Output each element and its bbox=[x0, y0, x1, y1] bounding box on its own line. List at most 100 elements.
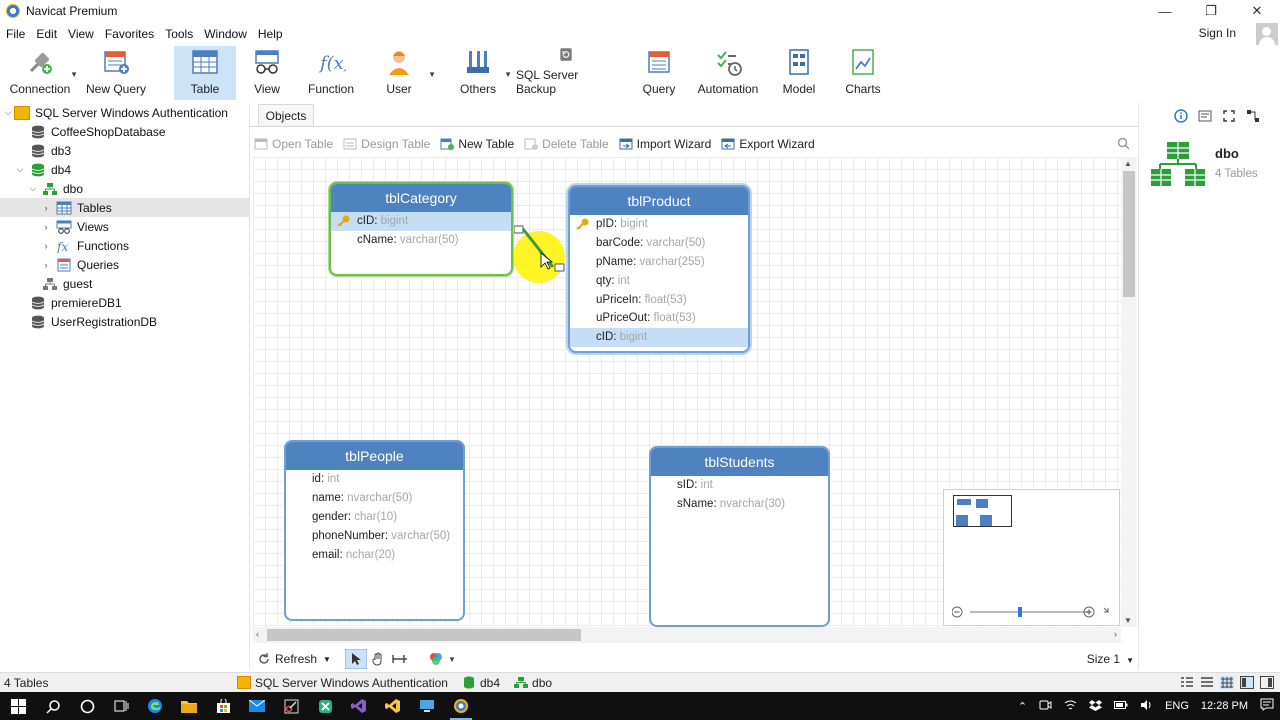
clock[interactable]: 12:28 PM bbox=[1201, 700, 1248, 712]
tree-item-db4[interactable]: ⌵ db4 bbox=[0, 160, 249, 179]
notifications-icon[interactable] bbox=[1260, 698, 1274, 714]
diagram-minimap[interactable] bbox=[943, 489, 1120, 626]
meet-now-icon[interactable] bbox=[1039, 699, 1052, 714]
git-app-icon[interactable] bbox=[308, 692, 342, 720]
tree-item-db3[interactable]: db3 bbox=[0, 141, 249, 160]
model-button[interactable]: Model bbox=[768, 46, 830, 100]
scroll-thumb[interactable] bbox=[267, 629, 581, 641]
info-icon[interactable] bbox=[1169, 108, 1193, 124]
charts-button[interactable]: Charts bbox=[832, 46, 894, 100]
snipping-tool-icon[interactable] bbox=[274, 692, 308, 720]
remote-desktop-icon[interactable] bbox=[410, 692, 444, 720]
tree-item-coffeeshopdatabase[interactable]: CoffeeShopDatabase bbox=[0, 122, 249, 141]
tree-item-views[interactable]: › Views bbox=[0, 217, 249, 236]
show-hidden-icons-icon[interactable]: ⌃ bbox=[1018, 700, 1027, 713]
edge-browser-icon[interactable] bbox=[138, 692, 172, 720]
field-row[interactable]: cID: bigint bbox=[570, 327, 748, 347]
field-row[interactable]: sName: nvarchar(30) bbox=[651, 495, 828, 514]
menu-tools[interactable]: Tools bbox=[159, 27, 198, 41]
tree-item-tables[interactable]: › Tables bbox=[0, 198, 249, 217]
import-wizard-button[interactable]: Import Wizard bbox=[619, 137, 711, 151]
tab-objects[interactable]: Objects bbox=[258, 104, 314, 126]
others-dropdown-icon[interactable]: ▼ bbox=[504, 70, 512, 79]
tree-item-dbo[interactable]: ⌵ dbo bbox=[0, 179, 249, 198]
new-query-button[interactable]: New Query bbox=[80, 46, 152, 100]
field-row[interactable]: pName: varchar(255) bbox=[570, 253, 748, 272]
paper-size-select[interactable]: Size 1 ▼ bbox=[1087, 652, 1134, 666]
chevron-right-icon[interactable]: › bbox=[40, 203, 52, 213]
menu-edit[interactable]: Edit bbox=[30, 27, 62, 41]
vertical-scrollbar[interactable]: ▲ ▼ bbox=[1121, 157, 1137, 627]
cortana-icon[interactable] bbox=[70, 692, 104, 720]
visual-studio-icon[interactable] bbox=[342, 692, 376, 720]
hand-tool-button[interactable] bbox=[367, 649, 389, 669]
function-button[interactable]: f(x) Function bbox=[298, 46, 364, 100]
table-tblproduct[interactable]: tblProduct pID: bigint barCode: varchar(… bbox=[568, 185, 750, 353]
pointer-tool-button[interactable] bbox=[344, 649, 367, 669]
scroll-right-icon[interactable]: › bbox=[1114, 629, 1117, 639]
field-row[interactable]: pID: bigint bbox=[570, 215, 748, 234]
minimap-viewport[interactable] bbox=[953, 495, 1012, 527]
tree-item-sql-server-connection[interactable]: ⌵ SQL Server Windows Authentication bbox=[0, 103, 249, 122]
chevron-down-icon[interactable]: ⌵ bbox=[14, 164, 26, 175]
minimize-button[interactable]: — bbox=[1142, 0, 1188, 22]
connection-button[interactable]: Connection ▼ bbox=[0, 46, 80, 100]
new-table-button[interactable]: New Table bbox=[440, 137, 514, 151]
tree-item-functions[interactable]: › fx Functions bbox=[0, 236, 249, 255]
chevron-right-icon[interactable]: › bbox=[40, 241, 52, 251]
view-button[interactable]: View bbox=[236, 46, 298, 100]
file-explorer-icon[interactable] bbox=[172, 692, 206, 720]
refresh-dropdown-icon[interactable]: ▼ bbox=[323, 655, 331, 664]
export-wizard-button[interactable]: Export Wizard bbox=[721, 137, 815, 151]
color-picker-button[interactable]: ▼ bbox=[425, 649, 459, 669]
horizontal-scrollbar[interactable]: ‹ › bbox=[253, 627, 1121, 643]
design-table-button[interactable]: Design Table bbox=[343, 137, 430, 151]
volume-icon[interactable] bbox=[1140, 699, 1153, 714]
tree-item-userregistrationdb[interactable]: UserRegistrationDB bbox=[0, 312, 249, 331]
table-tblpeople[interactable]: tblPeople id: int name: nvarchar(50) gen… bbox=[284, 440, 465, 621]
task-view-icon[interactable] bbox=[104, 692, 138, 720]
table-tblcategory[interactable]: tblCategory cID: bigint cName: varchar(5… bbox=[329, 182, 513, 276]
expand-icon[interactable] bbox=[1217, 108, 1241, 124]
mail-icon[interactable] bbox=[240, 692, 274, 720]
network-wifi-icon[interactable] bbox=[1064, 699, 1077, 714]
close-button[interactable]: ✕ bbox=[1234, 0, 1280, 22]
menu-file[interactable]: File bbox=[0, 27, 30, 41]
delete-table-button[interactable]: Delete Table bbox=[524, 137, 609, 151]
zoom-slider[interactable] bbox=[952, 605, 1110, 619]
user-dropdown-icon[interactable]: ▼ bbox=[428, 70, 436, 79]
field-row[interactable]: cID: bigint bbox=[331, 212, 511, 231]
chevron-down-icon[interactable]: ⌵ bbox=[27, 183, 39, 194]
search-icon[interactable] bbox=[36, 692, 70, 720]
ddl-icon[interactable] bbox=[1193, 108, 1217, 124]
field-row[interactable]: email: nchar(20) bbox=[286, 545, 463, 564]
field-row[interactable]: uPriceIn: float(53) bbox=[570, 290, 748, 309]
scroll-thumb[interactable] bbox=[1123, 171, 1135, 297]
field-row[interactable]: name: nvarchar(50) bbox=[286, 489, 463, 508]
scroll-left-icon[interactable]: ‹ bbox=[256, 629, 259, 639]
open-table-button[interactable]: Open Table bbox=[254, 137, 333, 151]
size-dropdown-icon[interactable]: ▼ bbox=[1126, 656, 1134, 665]
chevron-down-icon[interactable]: ⌵ bbox=[2, 107, 14, 118]
table-tblstudents[interactable]: tblStudents sID: int sName: nvarchar(30) bbox=[649, 446, 830, 627]
search-icon[interactable] bbox=[1117, 137, 1130, 150]
connection-dropdown-icon[interactable]: ▼ bbox=[70, 70, 78, 79]
list-view-icon[interactable] bbox=[1180, 676, 1194, 689]
language-indicator[interactable]: ENG bbox=[1165, 700, 1189, 712]
menu-view[interactable]: View bbox=[62, 27, 99, 41]
battery-icon[interactable] bbox=[1114, 700, 1128, 713]
toggle-left-panel-icon[interactable] bbox=[1240, 676, 1254, 689]
automation-button[interactable]: Automation bbox=[692, 46, 764, 100]
field-row[interactable]: gender: char(10) bbox=[286, 508, 463, 527]
color-dropdown-icon[interactable]: ▼ bbox=[448, 655, 456, 664]
menu-favorites[interactable]: Favorites bbox=[99, 27, 159, 41]
scroll-down-icon[interactable]: ▼ bbox=[1124, 616, 1132, 625]
user-button[interactable]: User ▼ bbox=[364, 46, 436, 100]
field-row[interactable]: barCode: varchar(50) bbox=[570, 234, 748, 253]
er-view-icon[interactable] bbox=[1220, 676, 1234, 689]
relation-tool-button[interactable] bbox=[389, 649, 411, 669]
field-row[interactable]: uPriceOut: float(53) bbox=[570, 309, 748, 328]
chevron-right-icon[interactable]: › bbox=[40, 222, 52, 232]
windows-start-icon[interactable] bbox=[0, 692, 36, 720]
tree-item-guest[interactable]: guest bbox=[0, 274, 249, 293]
